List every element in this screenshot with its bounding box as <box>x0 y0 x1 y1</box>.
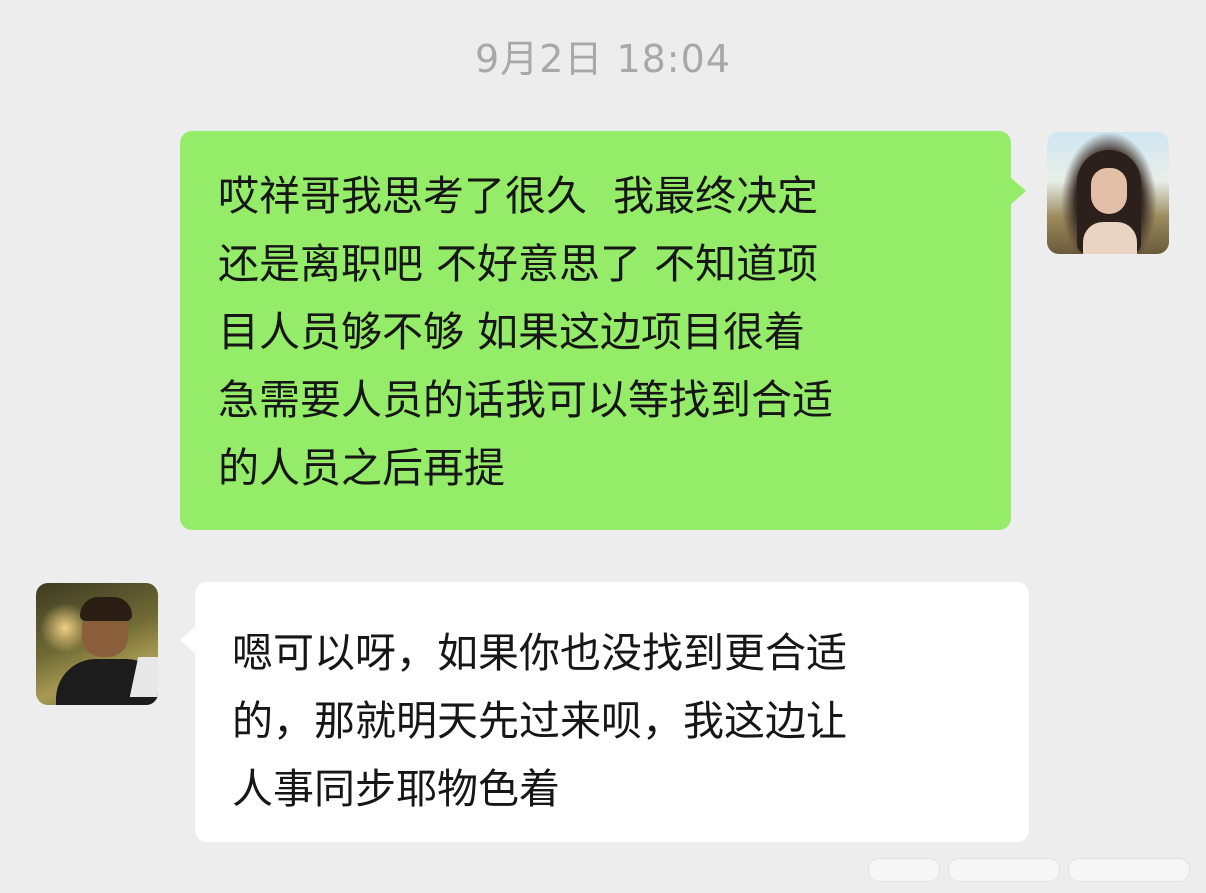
avatar-hair <box>80 597 132 621</box>
user-avatar-woman-icon[interactable] <box>1047 132 1169 254</box>
message-line: 的，那就明天先过来呗，我这边让 <box>232 697 847 745</box>
watermark-shape <box>1068 858 1190 882</box>
received-message-bubble[interactable]: 嗯可以呀，如果你也没找到更合适 的，那就明天先过来呗，我这边让 人事同步耶物色着 <box>180 582 1029 842</box>
watermark-shape <box>868 858 940 882</box>
message-line: 急需要人员的话我可以等找到合适 <box>218 376 833 424</box>
watermark-shape <box>948 858 1060 882</box>
avatar-body <box>1083 222 1137 254</box>
message-line: 嗯可以呀，如果你也没找到更合适 <box>232 629 847 677</box>
message-timestamp: 9月2日 18:04 <box>475 37 731 81</box>
user-avatar-man-icon[interactable] <box>36 583 158 705</box>
watermark-logo <box>868 848 1198 888</box>
message-line: 目人员够不够 如果这边项目很着 <box>218 308 806 356</box>
avatar-face <box>1091 168 1127 214</box>
message-line: 哎祥哥我思考了很久 我最终决定 <box>218 172 819 220</box>
message-line: 还是离职吧 不好意思了 不知道项 <box>218 240 819 288</box>
chat-window: 9月2日 18:04 哎祥哥我思考了很久 我最终决定 还是离职吧 不好意思了 不… <box>0 0 1206 893</box>
sent-message-bubble[interactable]: 哎祥哥我思考了很久 我最终决定 还是离职吧 不好意思了 不知道项 目人员够不够 … <box>180 131 1026 530</box>
message-line: 人事同步耶物色着 <box>232 765 560 813</box>
message-line: 的人员之后再提 <box>218 444 505 492</box>
